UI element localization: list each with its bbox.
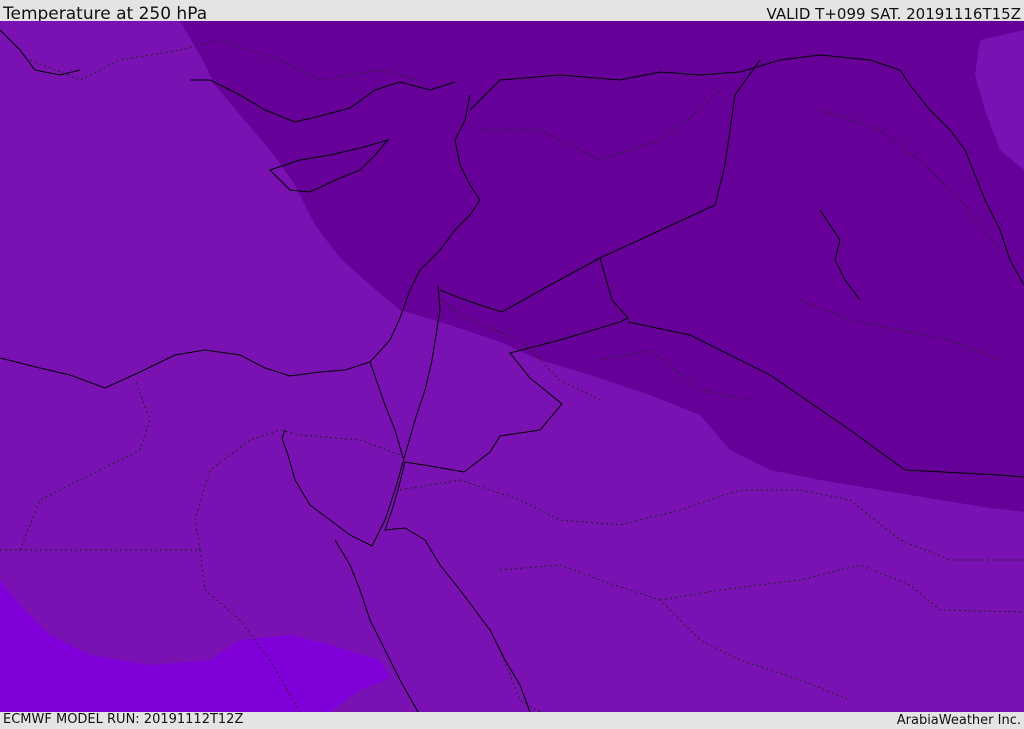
temperature-map <box>0 21 1024 712</box>
credit: ArabiaWeather Inc. <box>896 713 1021 728</box>
header-bar: Temperature at 250 hPa VALID T+099 SAT. … <box>0 0 1024 24</box>
model-run: ECMWF MODEL RUN: 20191112T12Z <box>3 712 244 727</box>
footer-bar: ECMWF MODEL RUN: 20191112T12Z ArabiaWeat… <box>0 712 1024 729</box>
